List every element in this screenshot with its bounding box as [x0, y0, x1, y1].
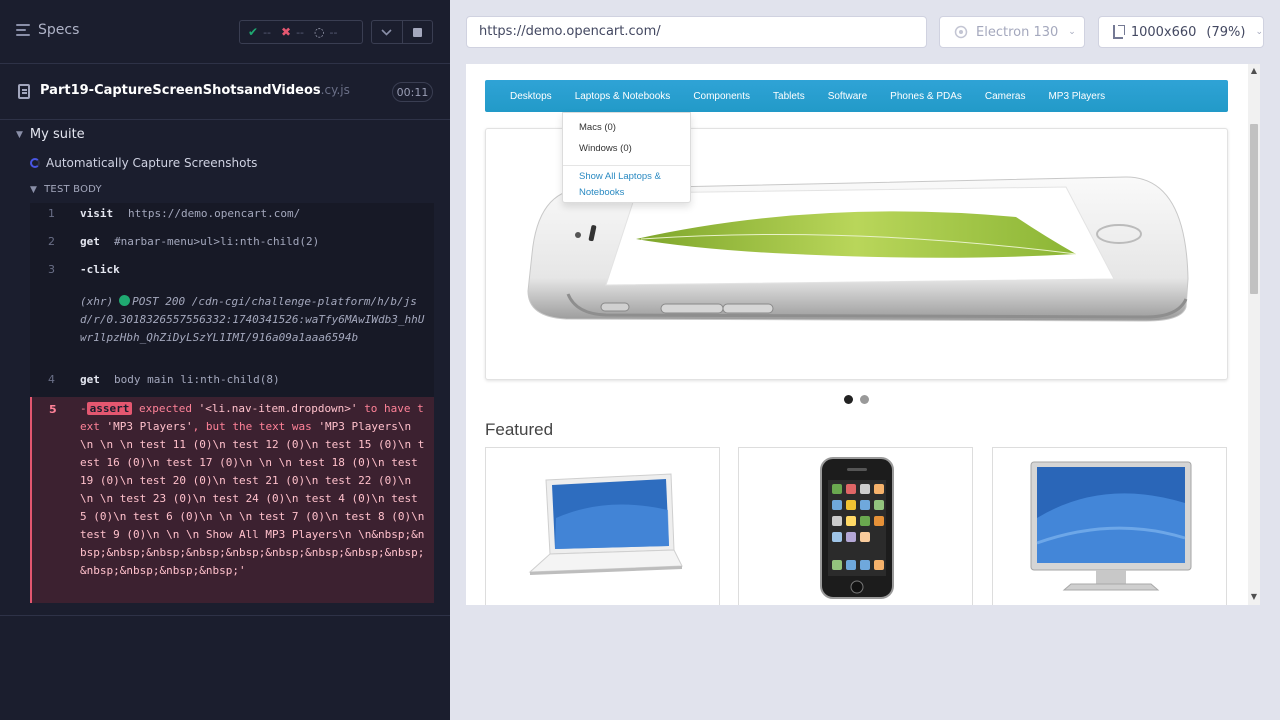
url-bar[interactable]: https://demo.opencart.com/ [466, 16, 927, 48]
command-row[interactable]: 3 -click [30, 263, 434, 281]
divider [0, 615, 450, 616]
nav-item-phones[interactable]: Phones & PDAs [890, 91, 962, 102]
test-title[interactable]: Automatically Capture Screenshots [30, 156, 257, 170]
nav-item-software[interactable]: Software [828, 91, 867, 102]
stop-button[interactable] [401, 21, 432, 43]
spinner-icon: ◌ [314, 25, 325, 39]
file-icon [18, 84, 30, 99]
chevron-down-icon: ▼ [16, 129, 23, 140]
command-row[interactable]: 1 visit https://demo.opencart.com/ [30, 207, 434, 225]
spec-file-row: Part19-CaptureScreenShotsandVideos.cy.js… [0, 64, 450, 120]
slideshow-pagination [844, 395, 869, 404]
divider [563, 165, 690, 166]
nav-item-tablets[interactable]: Tablets [773, 91, 805, 102]
macbook-image [528, 473, 683, 575]
laptops-dropdown-menu: Macs (0) Windows (0) Show All Laptops & … [562, 112, 691, 203]
viewport-info[interactable]: 1000x660 (79%) ⌄ [1098, 16, 1264, 48]
assertion-message: - assert expected '<li.nav-item.dropdown>… [80, 402, 425, 577]
chevron-down-icon: ⌄ [1255, 27, 1263, 37]
failed-assertion[interactable]: 5 - assert expected '<li.nav-item.dropdow… [30, 397, 434, 603]
nav-item-laptops[interactable]: Laptops & Notebooks [575, 91, 671, 102]
dropdown-item-macs[interactable]: Macs (0) [579, 122, 616, 133]
product-card[interactable] [738, 447, 973, 605]
command-row[interactable]: 2 get #narbar-menu>ul>li:nth-child(2) [30, 235, 434, 253]
status-dot-icon [119, 295, 131, 306]
nav-item-mp3[interactable]: MP3 Players [1048, 91, 1105, 102]
reporter-header: Specs ✔ -- ✖ -- ◌ -- [0, 0, 450, 64]
specs-label: Specs [38, 22, 80, 38]
iphone-image [820, 457, 894, 599]
spec-duration: 00:11 [392, 82, 433, 102]
app-iframe: Desktops Laptops & Notebooks Components … [466, 64, 1260, 605]
test-body-toggle[interactable]: ▼ TEST BODY [30, 184, 102, 195]
command-log: 1 visit https://demo.opencart.com/ 2 get… [30, 203, 434, 603]
suite-title[interactable]: ▼ My suite [16, 127, 85, 142]
spec-file-name[interactable]: Part19-CaptureScreenShotsandVideos.cy.js [40, 83, 350, 98]
slide-dot-2[interactable] [860, 395, 869, 404]
run-controls [371, 20, 433, 44]
site-navbar: Desktops Laptops & Notebooks Components … [485, 80, 1228, 112]
hamburger-icon [16, 24, 30, 36]
nav-item-desktops[interactable]: Desktops [510, 91, 552, 102]
check-icon: ✔ [248, 25, 259, 39]
failed-stat: ✖ -- [281, 25, 305, 39]
xhr-log-entry[interactable]: (xhr) POST 200 /cdn-cgi/challenge-platfor… [80, 293, 430, 347]
command-row[interactable]: 4 get body main li:nth-child(8) [30, 373, 434, 391]
cinema-display-image [1030, 461, 1192, 591]
chevron-down-icon: ▼ [30, 184, 38, 195]
ruler-icon [1113, 25, 1125, 39]
pending-stat: ◌ -- [314, 25, 338, 39]
show-all-laptops-link[interactable]: Show All Laptops & Notebooks [579, 169, 679, 201]
chevron-down-icon [381, 28, 393, 36]
reporter-panel: Specs ✔ -- ✖ -- ◌ -- Part19-CaptureScree… [0, 0, 450, 720]
product-card[interactable] [992, 447, 1227, 605]
auto-scroll-button[interactable] [372, 21, 402, 43]
stop-icon [412, 27, 422, 37]
chevron-down-icon: ⌄ [1068, 27, 1076, 37]
browser-icon [954, 25, 968, 39]
scrollbar[interactable]: ▲ ▼ [1248, 64, 1260, 605]
nav-item-components[interactable]: Components [693, 91, 750, 102]
specs-toggle-button[interactable]: Specs [16, 22, 79, 38]
running-spinner-icon [30, 158, 40, 168]
scroll-up-icon[interactable]: ▲ [1250, 66, 1258, 75]
assert-badge: assert [86, 402, 133, 415]
test-stats: ✔ -- ✖ -- ◌ -- [239, 20, 363, 44]
product-card[interactable] [485, 447, 720, 605]
scroll-down-icon[interactable]: ▼ [1250, 592, 1258, 601]
passed-stat: ✔ -- [248, 25, 272, 39]
featured-heading: Featured [485, 420, 554, 439]
aut-panel: https://demo.opencart.com/ Electron 130 … [450, 0, 1280, 720]
nav-item-cameras[interactable]: Cameras [985, 91, 1026, 102]
x-icon: ✖ [281, 25, 292, 39]
slide-dot-1[interactable] [844, 395, 853, 404]
dropdown-item-windows[interactable]: Windows (0) [579, 143, 632, 154]
scroll-thumb[interactable] [1250, 124, 1258, 294]
browser-selector[interactable]: Electron 130 ⌄ [939, 16, 1085, 48]
